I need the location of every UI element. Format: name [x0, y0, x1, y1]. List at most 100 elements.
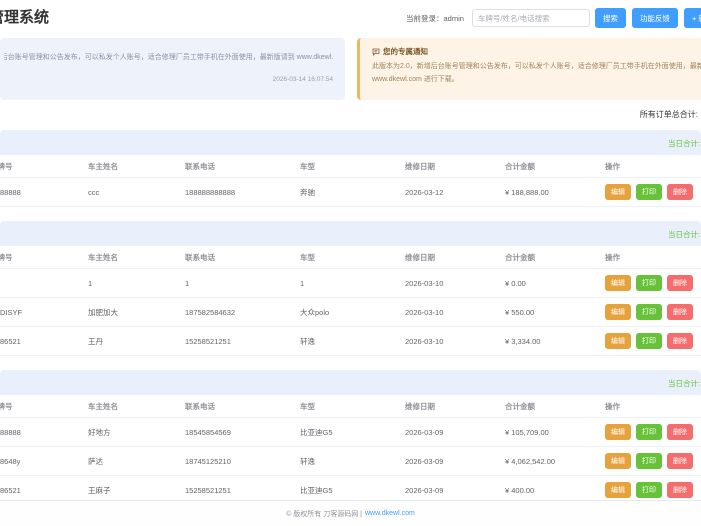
add-repair-order-button[interactable]: + 新增维修单 [683, 8, 701, 28]
cell-actions: 编辑 打印 删除 [605, 268, 701, 298]
cell-date: 2026-03-09 [405, 417, 505, 447]
copyright-text: © 版权所有 刀客源码网 | [286, 510, 362, 518]
footer-link[interactable]: www.dkewl.com [365, 510, 415, 517]
cell-owner: ccc [88, 177, 185, 207]
all-orders-total: 所有订单总合计: [639, 110, 698, 119]
column-header: 操作 [605, 155, 701, 178]
column-header: 车牌号 [0, 395, 88, 418]
cell-date: 2026-03-10 [405, 297, 505, 327]
column-header: 联系电话 [185, 155, 300, 178]
print-button[interactable]: 打印 [636, 333, 662, 349]
cell-model: 轩逸 [300, 326, 405, 356]
table-header-row: 车牌号车主姓名联系电话车型维修日期合计金额操作 [0, 246, 701, 269]
cell-actions: 编辑 打印 删除 [605, 177, 701, 207]
cell-date: 2026-03-09 [405, 446, 505, 476]
page-title: 管理系统 [0, 9, 50, 26]
column-header: 联系电话 [185, 395, 300, 418]
cell-amount: ¥ 4,062,542.00 [505, 446, 605, 476]
cell-owner: 加肥加大 [88, 297, 185, 327]
cell-actions: 编辑 打印 删除 [605, 326, 701, 356]
cell-amount: ¥ 188,888.00 [505, 177, 605, 207]
delete-button[interactable]: 删除 [667, 275, 693, 291]
delete-button[interactable]: 删除 [667, 482, 693, 498]
print-button[interactable]: 打印 [636, 275, 662, 291]
cell-amount: ¥ 0.00 [505, 268, 605, 298]
daily-total-label: 当日合计: [668, 230, 701, 239]
edit-button[interactable]: 编辑 [605, 453, 631, 469]
cell-phone: 18745125210 [185, 446, 300, 476]
order-group: 当日合计:车牌号车主姓名联系电话车型维修日期合计金额操作1112026-03-1… [0, 221, 701, 356]
notice-left-box: 此版本为2.0，新增后台账号管理和公告发布，可以私发个人账号，适合修理厂员工带手… [0, 38, 345, 100]
edit-button[interactable]: 编辑 [605, 482, 631, 498]
delete-button[interactable]: 删除 [667, 184, 693, 200]
edit-button[interactable]: 编辑 [605, 184, 631, 200]
search-button[interactable]: 搜索 [594, 8, 626, 28]
cell-model: 大众polo [300, 297, 405, 327]
order-group: 当日合计: 车牌号车主姓名联系电话车型维修日期合计金额操作88888ccc1888… [0, 130, 701, 207]
delete-button[interactable]: 删除 [667, 453, 693, 469]
print-button[interactable]: 打印 [636, 453, 662, 469]
edit-button[interactable]: 编辑 [605, 333, 631, 349]
cell-phone: 1 [185, 268, 300, 298]
top-bar-controls: 当前登录：admin 搜索 功能反馈 + 新增维修单 [406, 8, 701, 28]
cell-date: 2026-03-10 [405, 268, 505, 298]
column-header: 联系电话 [185, 246, 300, 269]
cell-actions: 编辑 打印 删除 [605, 446, 701, 476]
notice-right-title: 您的专属通知 [372, 46, 701, 57]
footer: © 版权所有 刀客源码网 | www.dkewl.com [0, 500, 701, 526]
notice-right-box: 您的专属通知 此版本为2.0，新增后台账号管理和公告发布，可以私发个人账号，适合… [357, 38, 701, 100]
cell-amount: ¥ 550.00 [505, 297, 605, 327]
delete-button[interactable]: 删除 [667, 304, 693, 320]
table-row: 88888 好地方 18545854569 比亚迪G5 2026-03-09 ¥ 105,… [0, 417, 701, 447]
print-button[interactable]: 打印 [636, 482, 662, 498]
orders-table: 车牌号车主姓名联系电话车型维修日期合计金额操作88888ccc188888888… [0, 155, 701, 207]
column-header: 操作 [605, 395, 701, 418]
daily-total-label: 当日合计: [668, 139, 701, 148]
column-header: 维修日期 [405, 246, 505, 269]
print-button[interactable]: 打印 [636, 424, 662, 440]
current-login-label: 当前登录：admin [406, 13, 464, 23]
column-header: 车牌号 [0, 155, 88, 178]
column-header: 维修日期 [405, 395, 505, 418]
edit-button[interactable]: 编辑 [605, 304, 631, 320]
orders-table: 车牌号车主姓名联系电话车型维修日期合计金额操作88888好地方185458545… [0, 395, 701, 505]
edit-button[interactable]: 编辑 [605, 424, 631, 440]
notice-left-text: 此版本为2.0，新增后台账号管理和公告发布，可以私发个人账号，适合修理厂员工带手… [4, 54, 333, 61]
print-button[interactable]: 打印 [636, 184, 662, 200]
edit-button[interactable]: 编辑 [605, 275, 631, 291]
cell-owner: 王丹 [88, 326, 185, 356]
column-header: 合计金额 [505, 155, 605, 178]
speech-bubble-icon [372, 48, 380, 56]
cell-phone: 187582584632 [185, 297, 300, 327]
column-header: 车型 [300, 395, 405, 418]
column-header: 车型 [300, 246, 405, 269]
feedback-button[interactable]: 功能反馈 [631, 8, 678, 28]
cell-actions: 编辑 打印 删除 [605, 297, 701, 327]
cell-plate: 8648y [0, 446, 88, 476]
cell-phone: 188888888888 [185, 177, 300, 207]
delete-button[interactable]: 删除 [667, 424, 693, 440]
cell-model: 奔驰 [300, 177, 405, 207]
cell-amount: ¥ 105,709.00 [505, 417, 605, 447]
cell-plate: 88888 [0, 417, 88, 447]
cell-date: 2026-03-10 [405, 326, 505, 356]
cell-owner: 1 [88, 268, 185, 298]
daily-total-band: 当日合计: [0, 130, 701, 155]
print-button[interactable]: 打印 [636, 304, 662, 320]
delete-button[interactable]: 删除 [667, 333, 693, 349]
column-header: 车主姓名 [88, 246, 185, 269]
table-row: 8648y 萨达 18745125210 轩逸 2026-03-09 ¥ 4,062,54… [0, 446, 701, 476]
cell-actions: 编辑 打印 删除 [605, 417, 701, 447]
orders-table: 车牌号车主姓名联系电话车型维修日期合计金额操作1112026-03-10¥ 0.… [0, 246, 701, 356]
search-input[interactable] [471, 9, 590, 27]
notice-left-timestamp: 2026-03-14 16:07:54 [272, 76, 333, 83]
daily-total-label: 当日合计: [668, 379, 701, 388]
cell-phone: 15258521251 [185, 326, 300, 356]
column-header: 维修日期 [405, 155, 505, 178]
daily-total-band: 当日合计: [0, 370, 701, 395]
column-header: 合计金额 [505, 395, 605, 418]
table-header-row: 车牌号车主姓名联系电话车型维修日期合计金额操作 [0, 155, 701, 178]
table-row: 1 1 1 2026-03-10 ¥ 0.00 编辑 打印 删除 [0, 268, 701, 298]
table-row: 86521 王丹 15258521251 轩逸 2026-03-10 ¥ 3,334.00… [0, 326, 701, 356]
notice-right-text: 此版本为2.0，新增后台账号管理和公告发布，可以私发个人账号，适合修理厂员工带手… [372, 63, 701, 83]
